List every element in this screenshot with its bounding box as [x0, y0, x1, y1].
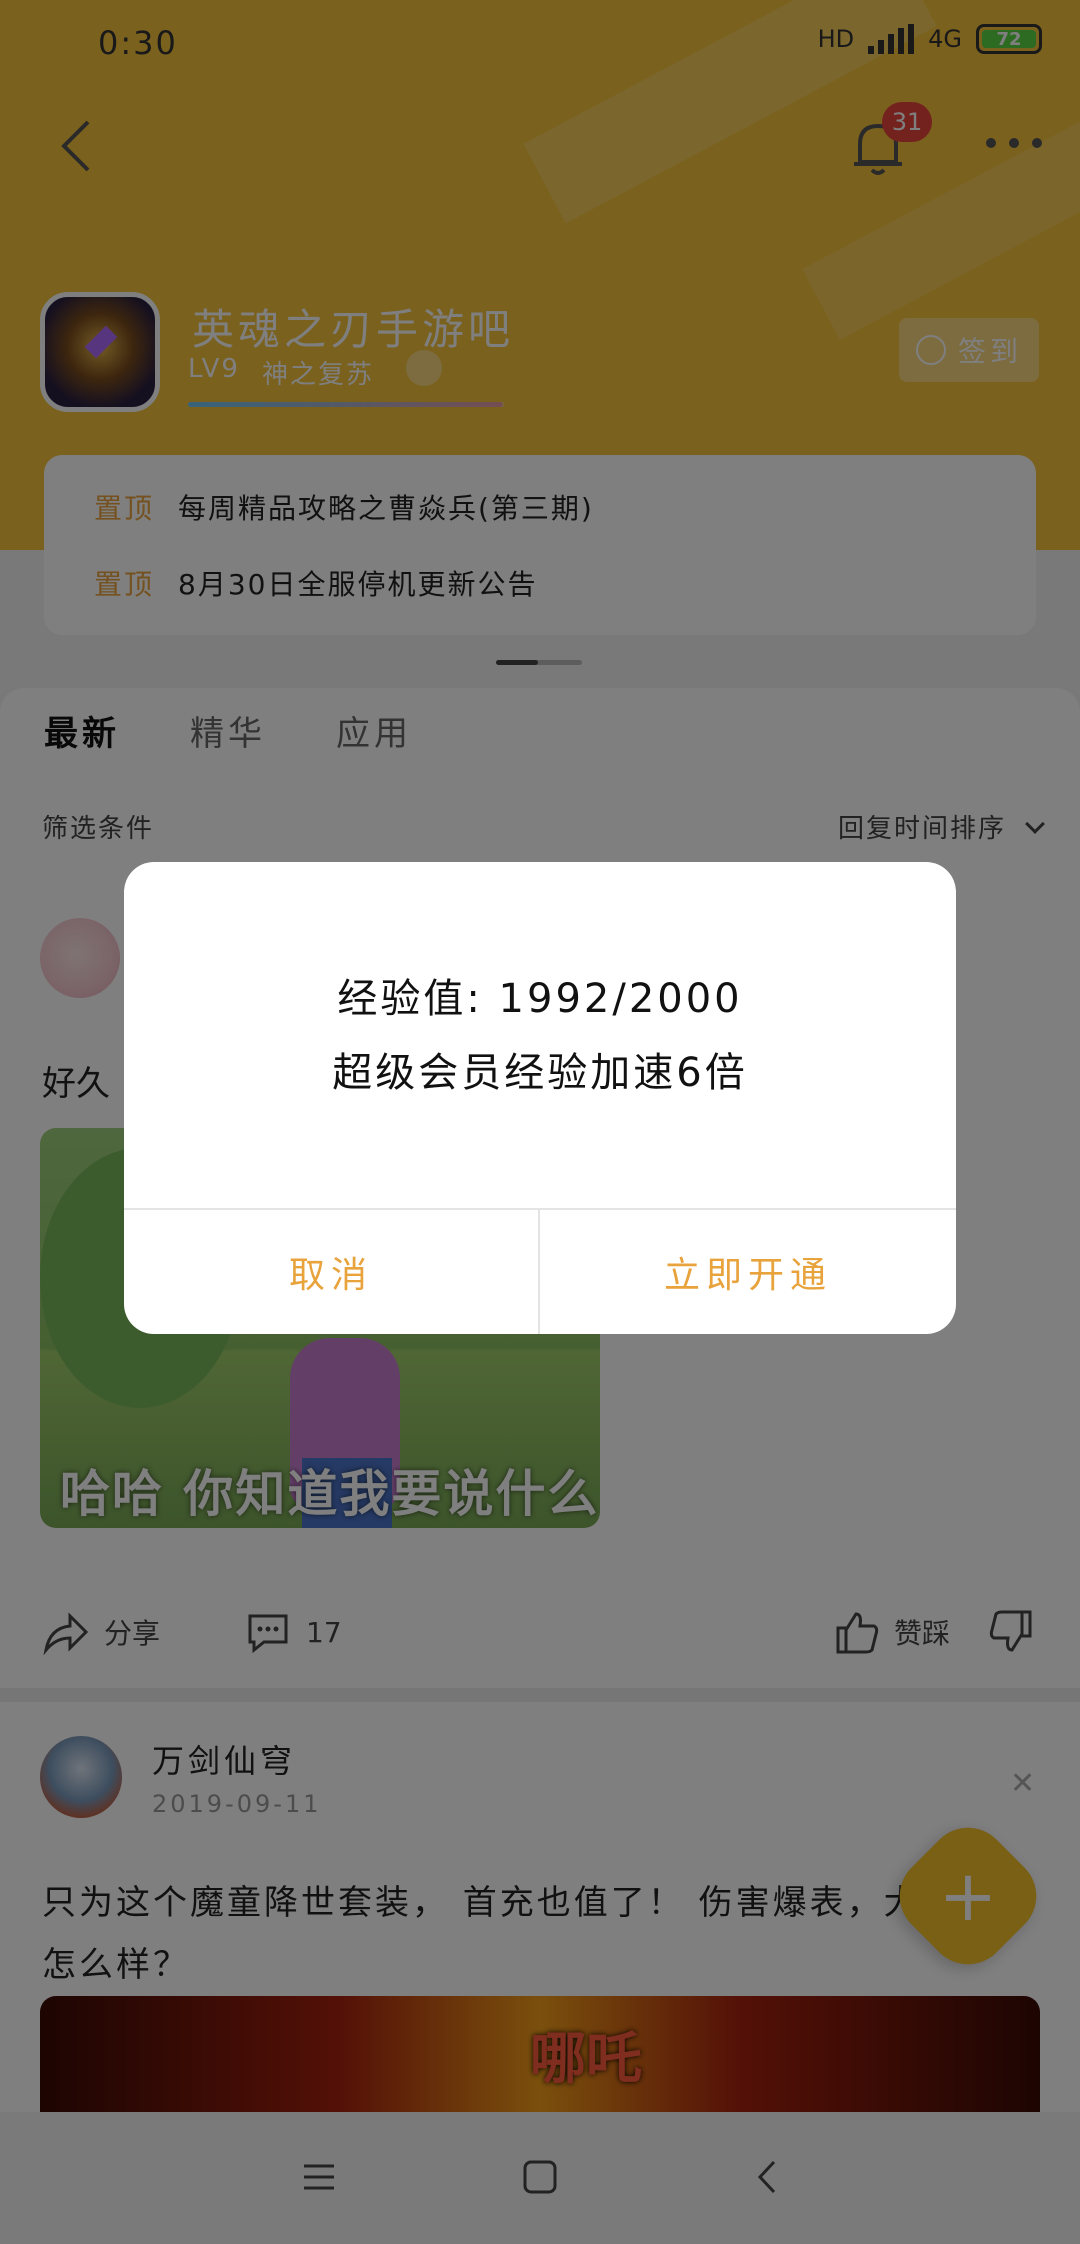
cancel-button[interactable]: 取消 — [124, 1210, 538, 1334]
vip-upgrade-dialog: 经验值: 1992/2000 超级会员经验加速6倍 取消 立即开通 — [124, 862, 956, 1334]
dialog-message: 经验值: 1992/2000 超级会员经验加速6倍 — [124, 962, 956, 1110]
dialog-experience: 经验值: 1992/2000 — [337, 976, 743, 1022]
dialog-boost: 超级会员经验加速6倍 — [332, 1050, 748, 1096]
activate-now-button[interactable]: 立即开通 — [540, 1210, 956, 1334]
